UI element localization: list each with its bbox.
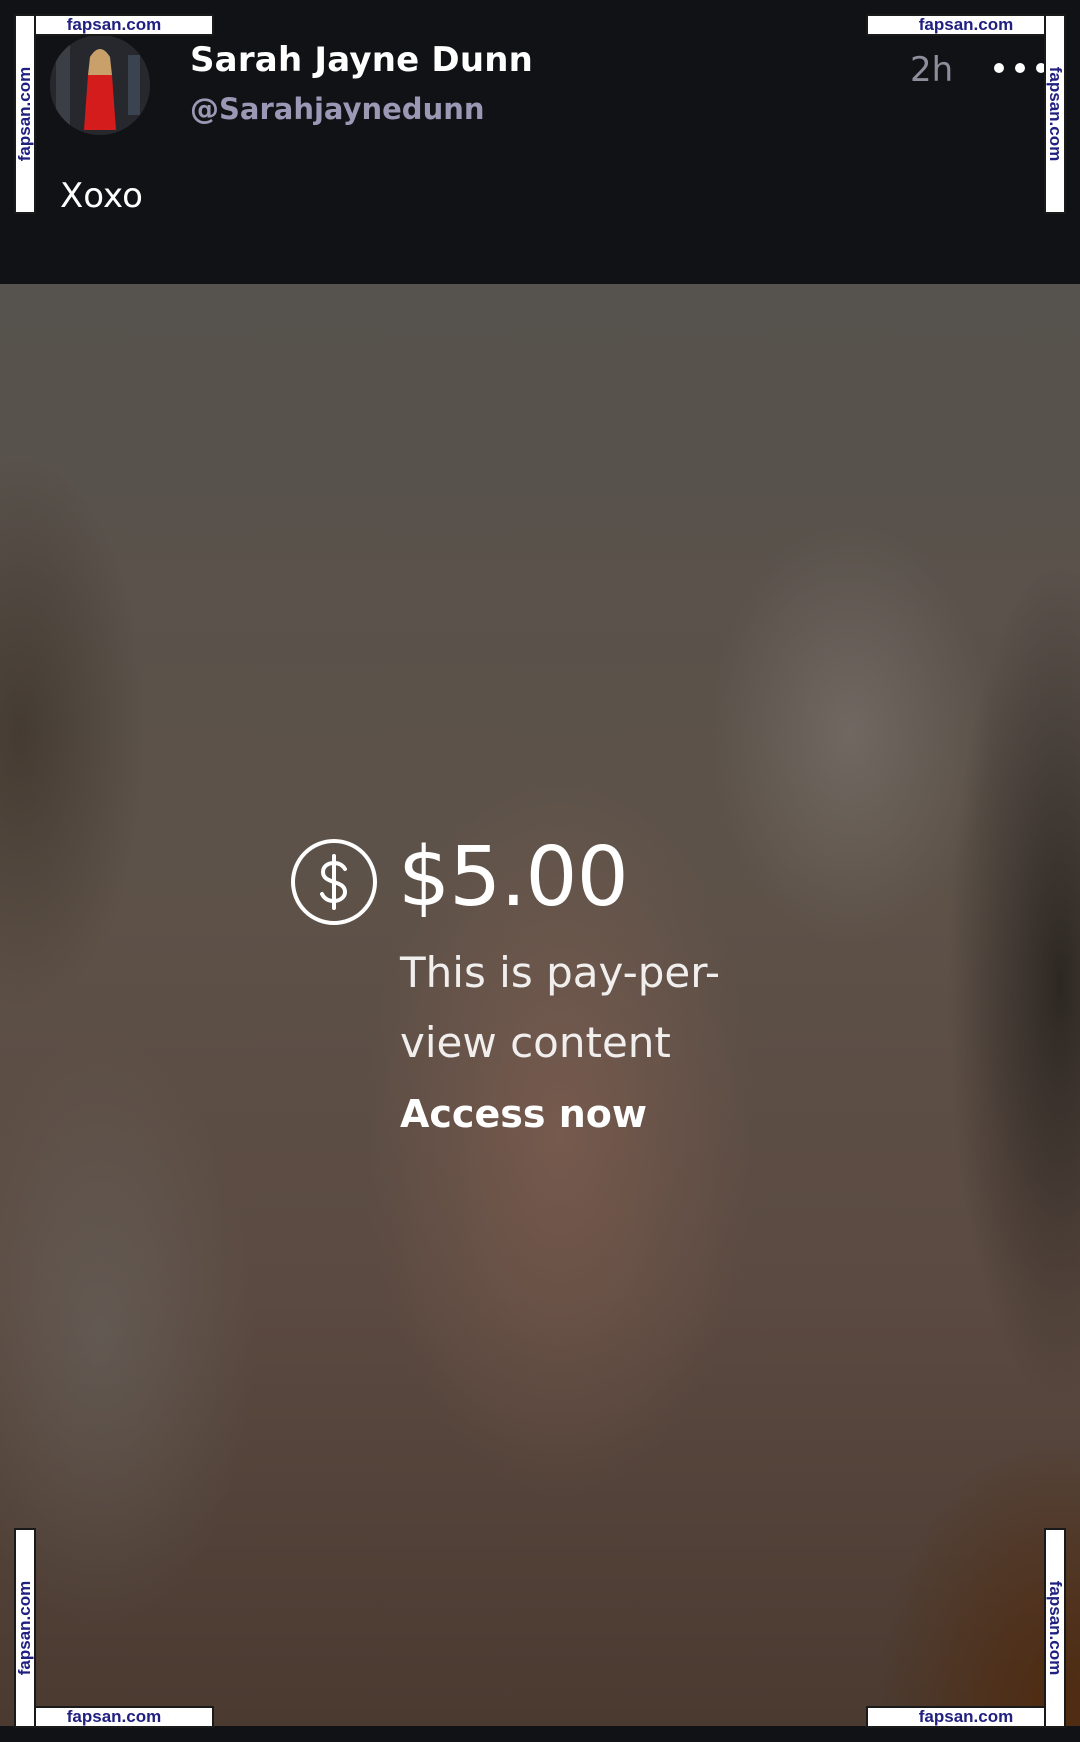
author-avatar[interactable] xyxy=(50,35,150,135)
watermark-text: fapsan.com xyxy=(1046,1580,1065,1676)
watermark-top-left: fapsan.com xyxy=(14,14,214,36)
more-options-button[interactable] xyxy=(994,50,1046,86)
access-now-button[interactable]: Access now xyxy=(400,1092,647,1136)
post-caption: Xoxo xyxy=(60,176,143,216)
locked-media[interactable]: $5.00 This is pay-per-view content Acces… xyxy=(0,284,1080,1726)
more-dot-icon xyxy=(1015,63,1025,73)
watermark-text: fapsan.com xyxy=(1046,66,1065,162)
watermark-top-right: fapsan.com xyxy=(866,14,1066,36)
watermark-bottom-right: fapsan.com xyxy=(866,1706,1066,1728)
watermark-text: fapsan.com xyxy=(66,1707,162,1726)
avatar-image xyxy=(50,35,150,135)
dollar-circle-icon xyxy=(291,839,377,925)
watermark-text: fapsan.com xyxy=(15,66,34,162)
post-header: Sarah Jayne Dunn @Sarahjaynedunn 2h Xoxo xyxy=(0,0,1080,284)
author-name[interactable]: Sarah Jayne Dunn xyxy=(190,40,533,80)
watermark-bottom-left: fapsan.com xyxy=(14,1706,214,1728)
post-timestamp: 2h xyxy=(910,50,954,90)
watermark-right-top: fapsan.com xyxy=(1044,14,1066,214)
ppv-description: This is pay-per-view content xyxy=(400,948,720,1067)
watermark-left-top: fapsan.com xyxy=(14,14,36,214)
paywall-overlay: $5.00 This is pay-per-view content Acces… xyxy=(290,830,850,1218)
watermark-text: fapsan.com xyxy=(66,15,162,34)
author-handle[interactable]: @Sarahjaynedunn xyxy=(190,92,485,126)
ppv-price: $5.00 xyxy=(398,830,629,925)
watermark-text: fapsan.com xyxy=(15,1580,34,1676)
more-dot-icon xyxy=(994,63,1004,73)
watermark-right-bottom: fapsan.com xyxy=(1044,1528,1066,1728)
watermark-left-bottom: fapsan.com xyxy=(14,1528,36,1728)
watermark-text: fapsan.com xyxy=(918,15,1014,34)
watermark-text: fapsan.com xyxy=(918,1707,1014,1726)
